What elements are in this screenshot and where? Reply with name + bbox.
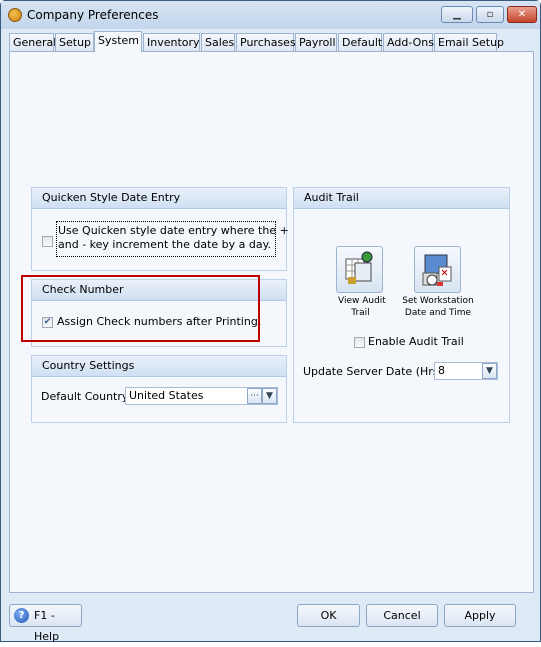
tab-setup[interactable]: Setup <box>55 33 94 51</box>
app-icon <box>8 8 22 22</box>
company-preferences-window: Company Preferences ▁ ▫ ✕ General Setup … <box>0 0 541 643</box>
group-header: Audit Trail <box>294 188 509 209</box>
tab-sales[interactable]: Sales <box>201 33 235 51</box>
enable-audit-trail-label: Enable Audit Trail <box>368 335 464 348</box>
view-audit-label-1: View Audit <box>338 296 386 306</box>
set-workstation-date-button[interactable] <box>414 246 461 293</box>
set-workstation-label-2: Date and Time <box>404 308 472 318</box>
close-button[interactable]: ✕ <box>507 6 537 23</box>
tab-email-setup[interactable]: Email Setup <box>434 33 504 51</box>
view-audit-label-2: Trail <box>351 308 370 318</box>
default-country-select[interactable]: United States ··· ▼ <box>125 387 278 405</box>
default-country-value: United States <box>129 389 204 402</box>
apply-button[interactable]: Apply <box>444 604 516 627</box>
quicken-label-line2: and - key increment the date by a day. <box>58 238 272 251</box>
audit-trail-group: Audit Trail View Audit Trail Set Worksta… <box>293 187 510 423</box>
tab-add-ons[interactable]: Add-Ons <box>383 33 434 51</box>
update-server-date-value: 8 <box>438 364 445 377</box>
workstation-clock-icon <box>422 254 452 286</box>
highlight-box <box>21 275 260 342</box>
tab-inventory[interactable]: Inventory <box>143 33 200 51</box>
minimize-button[interactable]: ▁ <box>441 6 473 23</box>
country-settings-group: Country Settings Default Country United … <box>31 355 287 423</box>
maximize-button[interactable]: ▫ <box>476 6 504 23</box>
cancel-button[interactable]: Cancel <box>366 604 438 627</box>
tab-system[interactable]: System <box>94 31 142 52</box>
ellipsis-button[interactable]: ··· <box>247 388 262 404</box>
default-country-label: Default Country <box>41 390 129 403</box>
quicken-date-checkbox[interactable] <box>42 236 53 247</box>
ok-button[interactable]: OK <box>297 604 360 627</box>
enable-audit-trail-checkbox[interactable] <box>354 337 365 348</box>
tab-payroll[interactable]: Payroll <box>295 33 337 51</box>
chevron-down-icon[interactable]: ▼ <box>262 388 277 404</box>
focus-rect: Use Quicken style date entry where the +… <box>56 221 289 257</box>
help-button[interactable]: ? F1 - Help <box>9 604 82 643</box>
help-icon: ? <box>14 608 29 623</box>
set-workstation-label-1: Set Workstation <box>402 296 474 306</box>
chevron-down-icon[interactable]: ▼ <box>482 363 497 379</box>
audit-book-icon <box>345 251 373 284</box>
quicken-date-group: Quicken Style Date Entry Use Quicken sty… <box>31 187 289 271</box>
tab-purchases[interactable]: Purchases <box>236 33 296 51</box>
quicken-label-line1: Use Quicken style date entry where the + <box>58 224 289 237</box>
help-label: F1 - Help <box>34 609 60 643</box>
title-bar: Company Preferences ▁ ▫ ✕ <box>1 1 540 29</box>
window-title: Company Preferences <box>27 8 159 22</box>
tab-default[interactable]: Default <box>338 33 382 51</box>
group-header: Quicken Style Date Entry <box>32 188 286 209</box>
group-header: Country Settings <box>32 356 286 377</box>
update-server-date-select[interactable]: 8 ▼ <box>434 362 498 380</box>
tab-general[interactable]: General <box>9 33 56 51</box>
view-audit-trail-button[interactable] <box>336 246 383 293</box>
update-server-date-label: Update Server Date (Hrs) <box>303 365 443 378</box>
